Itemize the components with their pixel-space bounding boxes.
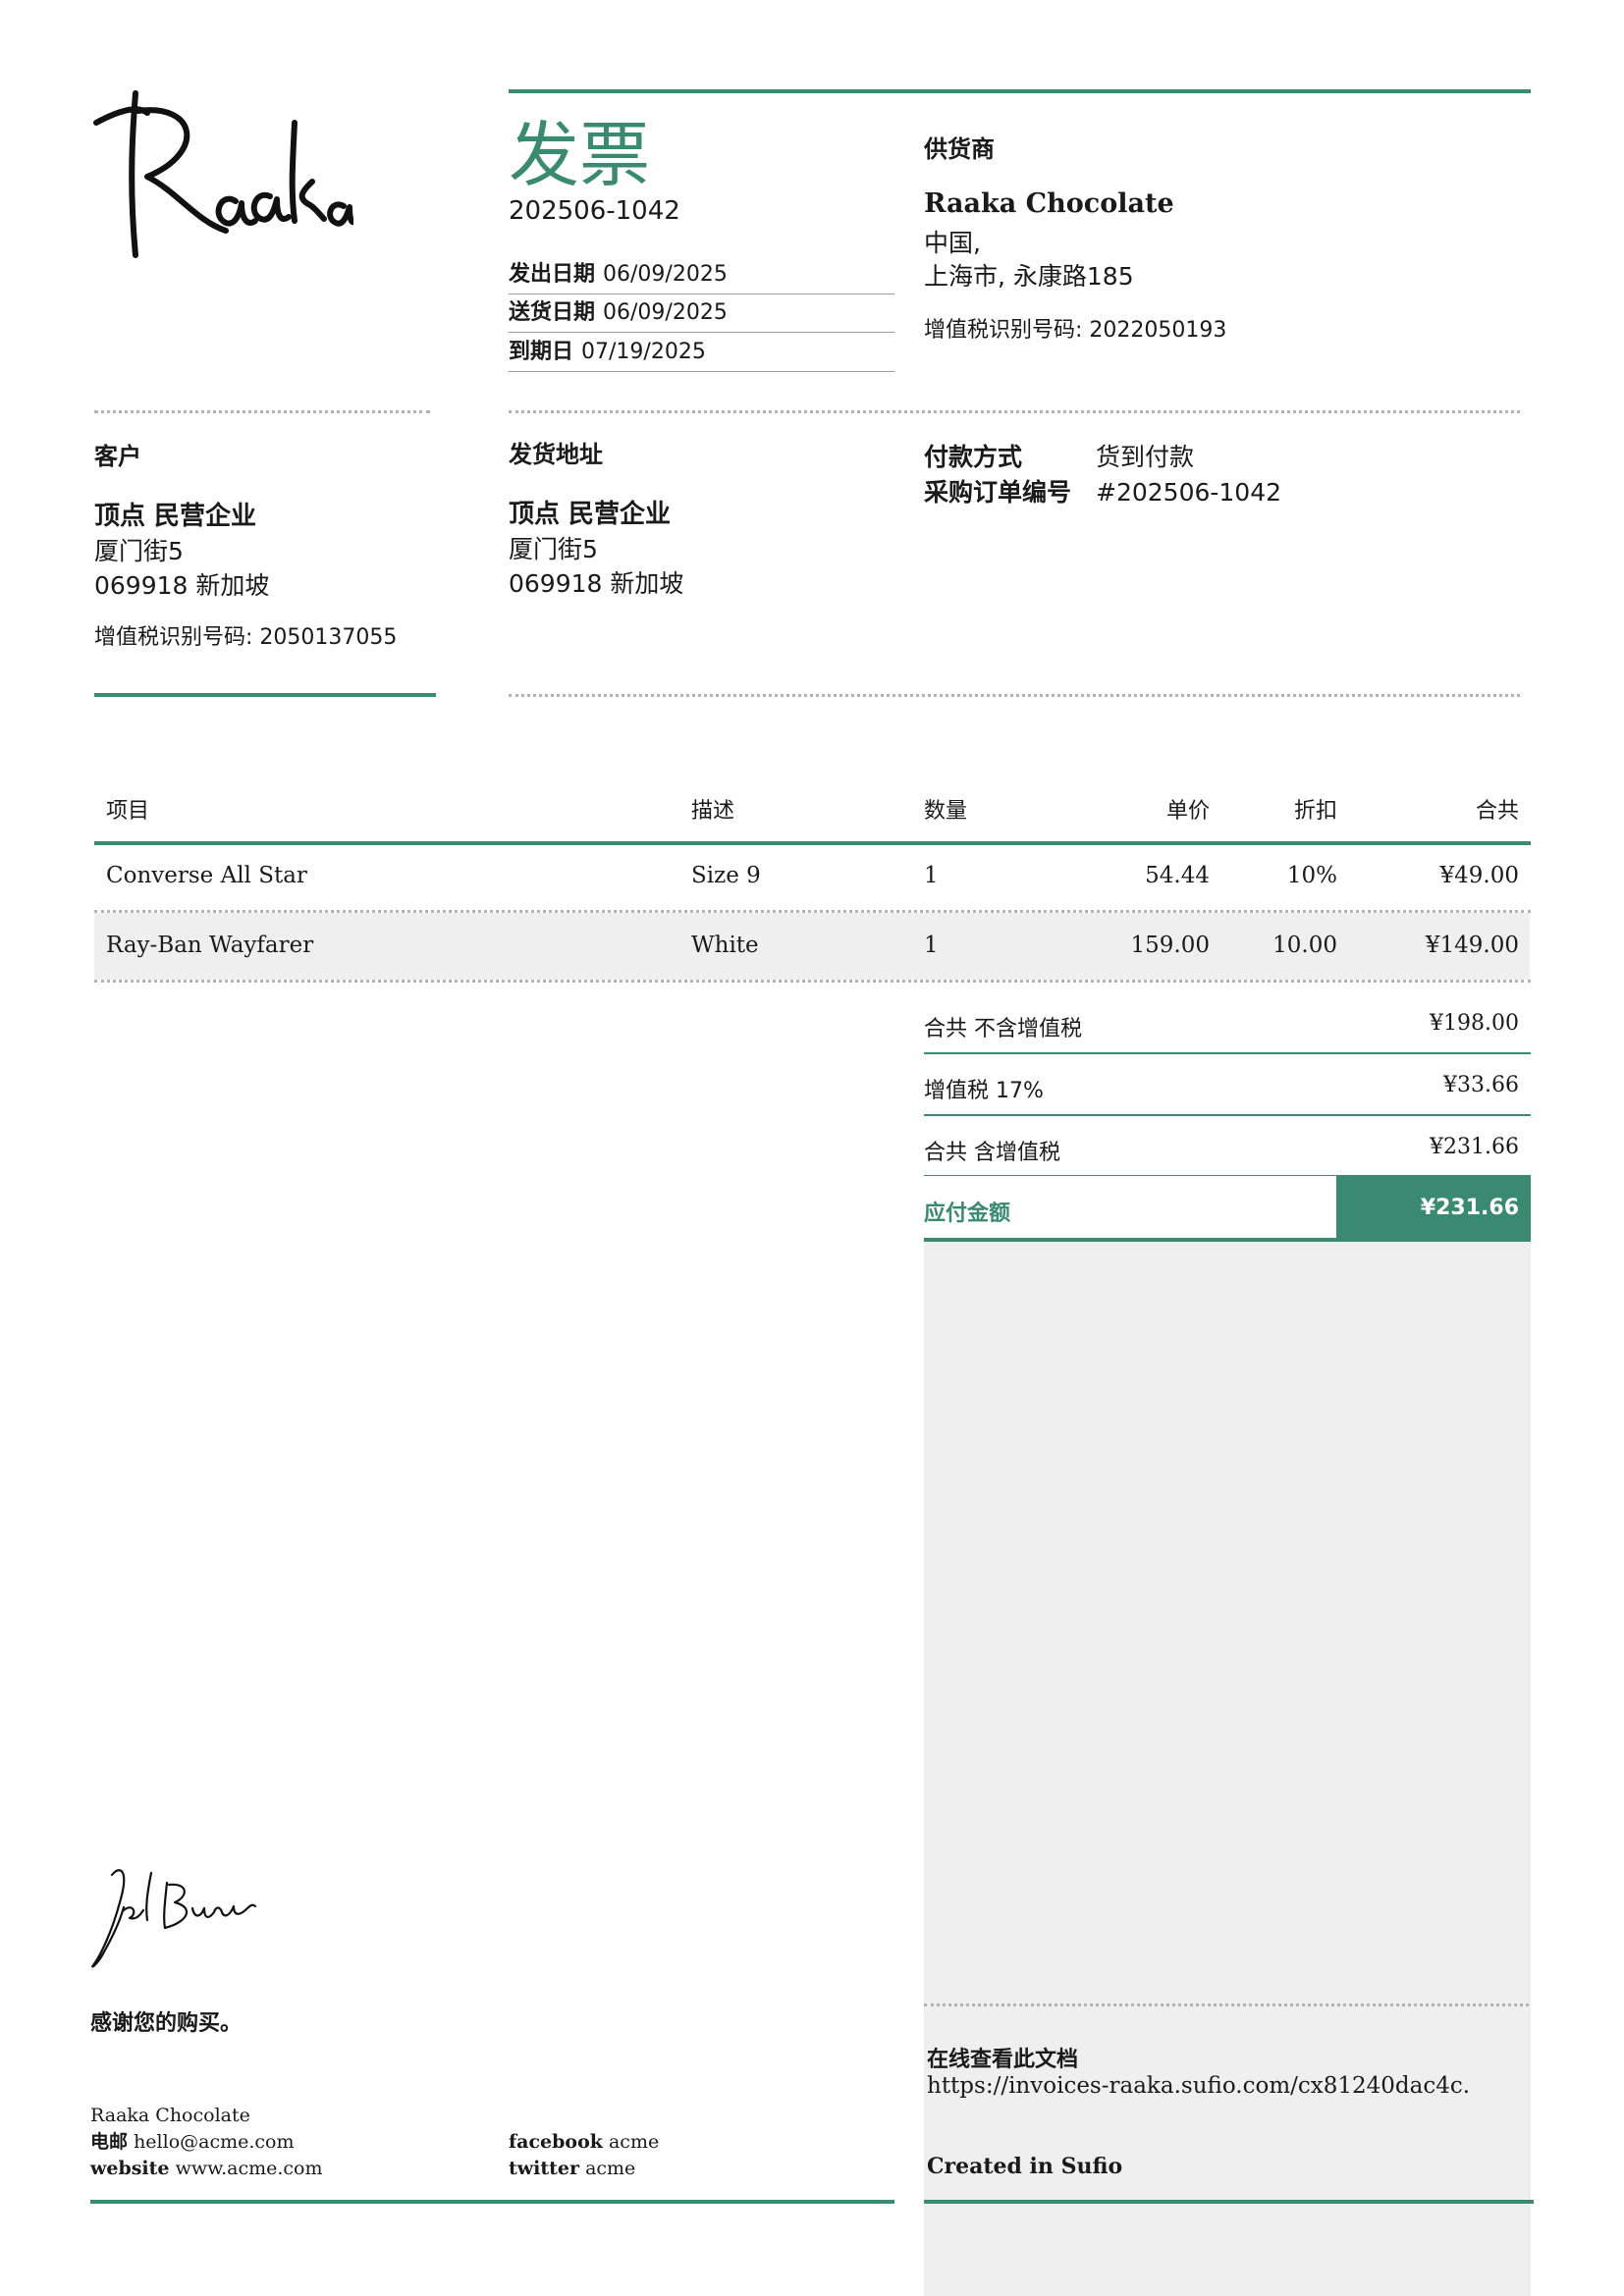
amount-due-value: ¥231.66 [1420,1196,1519,1220]
twitter-link[interactable]: acme [585,2158,635,2179]
vat-label: 增值税 17% [924,1079,1044,1103]
thank-you-message: 感谢您的购买。 [90,2011,243,2036]
due-date-row: 到期日 07/19/2025 [509,338,894,367]
email-link[interactable]: hello@acme.com [134,2131,294,2153]
supplier-name: Raaka Chocolate [924,188,1174,219]
po-number-label: 采购订单编号 [924,478,1072,507]
invoice-title: 发票 [509,114,651,196]
supplier-address-1: 中国, [924,229,981,257]
row-description: Size 9 [691,863,761,888]
delivery-date-label: 送货日期 [509,300,596,325]
total-value: ¥231.66 [1430,1135,1519,1159]
divider [924,1238,1531,1242]
row-quantity: 1 [924,863,939,888]
shipping-name: 顶点 民营企业 [509,500,672,529]
row-discount: 10.00 [1272,933,1337,958]
col-header-unit-price: 单价 [1165,799,1210,824]
customer-heading: 客户 [94,443,141,470]
raaka-logo [93,90,353,258]
vat-row: 增值税 17% ¥33.66 [924,1073,1519,1104]
footer-facebook-row: facebook acme [509,2129,659,2156]
payment-method-value: 货到付款 [1096,443,1195,471]
row-discount: 10% [1286,863,1337,888]
divider [924,2003,1529,2006]
divider [509,371,894,372]
row-description: White [691,933,759,958]
table-header-rule [94,841,1531,845]
total-label: 合共 含增值税 [924,1141,1060,1165]
customer-name: 顶点 民营企业 [94,502,257,531]
created-in-sufio: Created in Sufio [927,2154,1123,2179]
invoice-number: 202506-1042 [509,196,680,226]
divider [924,1052,1531,1054]
subtotal-row: 合共 不含增值税 ¥198.00 [924,1011,1519,1042]
customer-address-2: 069918 新加坡 [94,571,270,600]
issue-date-label: 发出日期 [509,262,596,287]
customer-address-1: 厦门街5 [94,537,184,565]
col-header-quantity: 数量 [924,799,968,824]
delivery-date-value: 06/09/2025 [603,300,728,325]
email-label: 电邮 [90,2131,129,2153]
divider [509,410,1520,413]
footer-twitter-row: twitter acme [509,2156,659,2182]
divider [94,980,1531,983]
row-item: Ray-Ban Wayfarer [106,933,314,958]
facebook-link[interactable]: acme [609,2131,659,2153]
online-url-link[interactable]: https://invoices-raaka.sufio.com/cx81240… [927,2073,1470,2099]
payment-method-row: 付款方式 货到付款 [924,438,1194,473]
payment-method-label: 付款方式 [924,443,1023,471]
row-quantity: 1 [924,933,939,958]
footer-company: Raaka Chocolate [90,2105,250,2126]
supplier-heading: 供货商 [924,135,995,163]
customer-block: 客户 顶点 民营企业 厦门街5 069918 新加坡 增值税识别号码: 2050… [94,440,397,655]
shipping-address-1: 厦门街5 [509,535,598,563]
footer-social: facebook acme twitter acme [509,2129,659,2182]
row-item: Converse All Star [106,863,307,888]
row-total: ¥149.00 [1425,933,1519,958]
po-number-value: #202506-1042 [1096,478,1282,507]
due-date-label: 到期日 [509,340,574,364]
header-rule [509,89,1531,93]
col-header-total: 合共 [1475,799,1519,824]
shipping-heading: 发货地址 [509,441,603,468]
row-unit-price: 159.00 [1130,933,1210,958]
issue-date-value: 06/09/2025 [603,262,728,287]
divider [94,410,430,413]
website-label: website [90,2158,170,2179]
divider [924,1114,1531,1116]
vat-value: ¥33.66 [1443,1073,1519,1097]
online-heading: 在线查看此文档 [927,2048,1079,2072]
customer-rule [94,693,436,697]
customer-vat: 增值税识别号码: 2050137055 [94,625,398,650]
row-unit-price: 54.44 [1145,863,1210,888]
delivery-date-row: 送货日期 06/09/2025 [509,298,894,328]
col-header-description: 描述 [691,799,735,824]
side-panel [924,1239,1531,2296]
footer-contact: Raaka Chocolate 电邮 hello@acme.com websit… [90,2103,323,2182]
col-header-item: 项目 [106,799,150,824]
supplier-vat: 增值税识别号码: 2022050193 [924,318,1227,343]
website-link[interactable]: www.acme.com [176,2158,323,2179]
footer-website-row: website www.acme.com [90,2156,323,2182]
total-row: 合共 含增值税 ¥231.66 [924,1135,1519,1166]
subtotal-label: 合共 不含增值税 [924,1017,1082,1041]
supplier-address-2: 上海市, 永康路185 [924,262,1134,291]
issue-date-row: 发出日期 06/09/2025 [509,260,894,290]
due-date-value: 07/19/2025 [581,340,706,364]
footer-rule [90,2200,894,2204]
po-number-row: 采购订单编号 #202506-1042 [924,473,1281,508]
amount-due-label: 应付金额 [924,1201,1011,1226]
row-total: ¥49.00 [1439,863,1519,888]
shipping-address-2: 069918 新加坡 [509,569,684,598]
col-header-discount: 折扣 [1293,799,1337,824]
subtotal-value: ¥198.00 [1430,1011,1519,1036]
signature-image [91,1869,257,1968]
footer-email-row: 电邮 hello@acme.com [90,2129,323,2156]
shipping-block: 发货地址 顶点 民营企业 厦门街5 069918 新加坡 [509,438,683,601]
twitter-label: twitter [509,2158,580,2179]
divider [509,332,894,333]
footer-rule [924,2200,1534,2204]
facebook-label: facebook [509,2131,603,2153]
divider [509,694,1520,697]
